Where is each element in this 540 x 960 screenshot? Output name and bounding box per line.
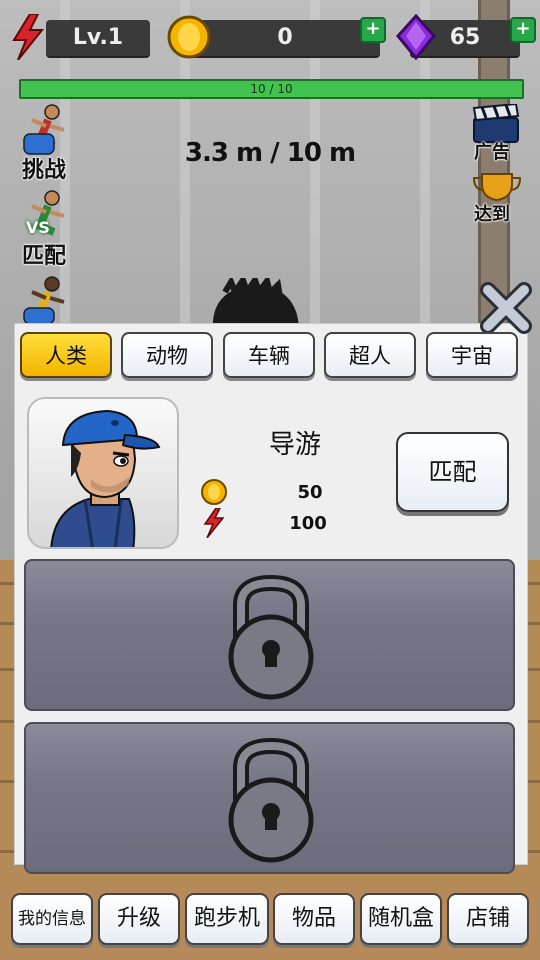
ad-label: 广告: [474, 142, 510, 163]
tab-superhuman[interactable]: 超人: [324, 332, 416, 378]
tab-universe[interactable]: 宇宙: [426, 332, 518, 378]
level-text: Lv.1: [72, 25, 124, 50]
tour-guide-avatar: [50, 409, 161, 547]
runner-icon-partial: [23, 276, 65, 324]
ad-button[interactable]: 广告: [468, 104, 528, 164]
nav-my-info[interactable]: 我的信息: [11, 893, 93, 945]
locked-slot[interactable]: [24, 722, 515, 874]
coin-box: 0: [190, 20, 380, 56]
match-mode-button[interactable]: VS 匹配: [18, 186, 78, 270]
character-portrait: [27, 397, 179, 549]
energy-cost: 100: [289, 513, 327, 534]
challenge-button[interactable]: 挑战: [18, 100, 78, 184]
tab-human-label: 人类: [45, 344, 87, 368]
nav-treadmill[interactable]: 跑步机: [185, 893, 269, 945]
tab-human[interactable]: 人类: [20, 332, 112, 378]
nav-items[interactable]: 物品: [273, 893, 355, 945]
challenge-label: 挑战: [22, 158, 67, 183]
nav-random-box-label: 随机盒: [367, 906, 434, 931]
energy-icon: [12, 14, 44, 60]
distance-readout: 3.3 m / 10 m: [184, 138, 356, 168]
nav-upgrade[interactable]: 升级: [98, 893, 180, 945]
match-button[interactable]: 匹配: [396, 432, 509, 512]
achievement-label: 达到: [474, 204, 510, 225]
runner-icon: [23, 104, 65, 155]
nav-random-box[interactable]: 随机盒: [360, 893, 442, 945]
lock-icon: [228, 737, 314, 863]
runner-head: [212, 278, 299, 328]
stamina-progress-bar: 10 / 10: [19, 79, 524, 99]
tab-animal[interactable]: 动物: [121, 332, 213, 378]
tab-universe-label: 宇宙: [451, 344, 493, 368]
coin-cost: 50: [297, 482, 323, 503]
lock-icon: [228, 574, 314, 700]
versus-label: VS: [26, 218, 50, 237]
close-icon[interactable]: [478, 280, 534, 336]
achievement-button[interactable]: 达到: [468, 170, 528, 230]
versus-runner-icon: [31, 190, 65, 236]
nav-shop[interactable]: 店铺: [447, 893, 529, 945]
locked-slot[interactable]: [24, 559, 515, 711]
level-box: Lv.1: [46, 20, 150, 56]
tab-animal-label: 动物: [146, 344, 188, 368]
nav-items-label: 物品: [291, 906, 336, 931]
match-mode-label: 匹配: [22, 244, 67, 269]
gem-icon: [396, 14, 436, 60]
tab-superhuman-label: 超人: [349, 344, 391, 368]
lightning-icon: [203, 508, 224, 538]
coin-icon: [167, 15, 211, 59]
tab-vehicle-label: 车辆: [248, 344, 290, 368]
nav-upgrade-label: 升级: [116, 906, 161, 931]
progress-text: 10 / 10: [250, 82, 293, 96]
match-button-label: 匹配: [428, 458, 477, 486]
coin-count: 0: [277, 25, 293, 50]
nav-treadmill-label: 跑步机: [193, 906, 260, 931]
nav-my-info-label: 我的信息: [18, 909, 86, 929]
character-name: 导游: [268, 430, 321, 460]
coin-icon: [201, 479, 227, 505]
add-gems-button[interactable]: +: [510, 17, 536, 43]
tab-vehicle[interactable]: 车辆: [223, 332, 315, 378]
add-coins-button[interactable]: +: [360, 17, 386, 43]
nav-shop-label: 店铺: [465, 906, 510, 931]
